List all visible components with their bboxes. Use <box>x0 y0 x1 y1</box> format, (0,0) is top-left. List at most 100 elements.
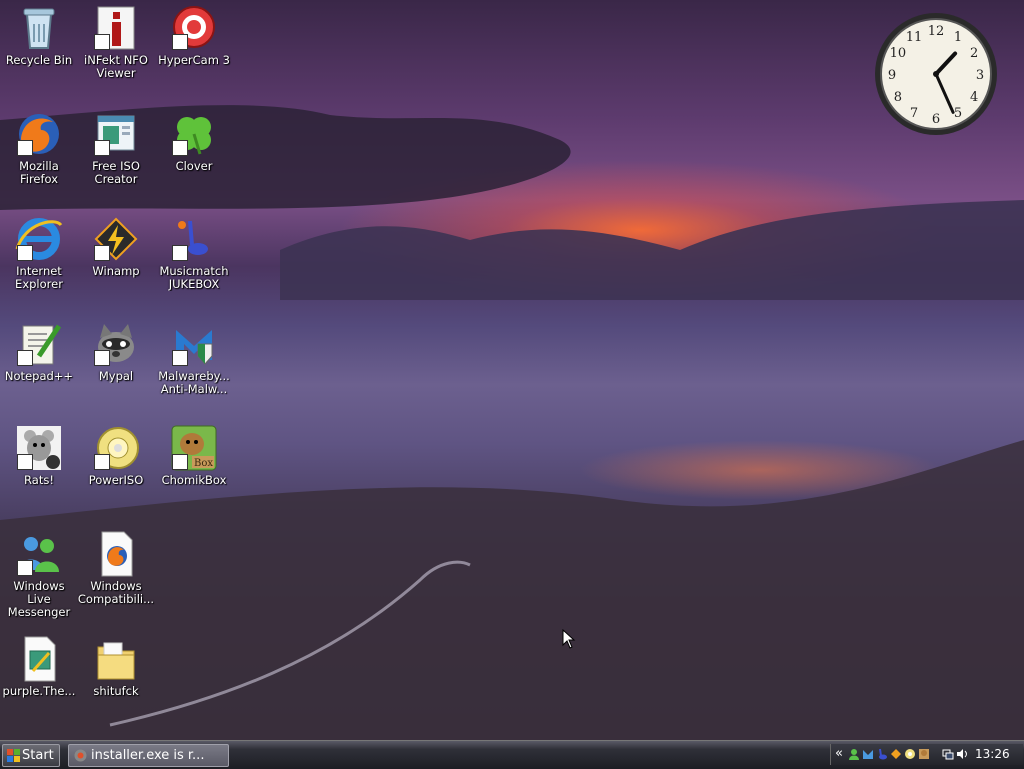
shortcut-arrow-icon <box>17 350 33 366</box>
clock-numeral: 8 <box>894 90 902 105</box>
infekt-icon <box>92 4 140 52</box>
folder-icon <box>92 635 140 683</box>
tray-expand-chevron-icon[interactable]: « <box>835 746 843 761</box>
desktop-icon-free-iso-creator[interactable]: Free ISO Creator <box>77 108 155 186</box>
desktop-icon-clover[interactable]: Clover <box>155 108 233 173</box>
start-label: Start <box>22 748 54 763</box>
malwarebytes-icon <box>170 320 218 368</box>
desktop-icon-firefox[interactable]: Mozilla Firefox <box>0 108 78 186</box>
start-button[interactable]: Start <box>2 744 60 767</box>
purple-document-icon <box>15 635 63 683</box>
shortcut-arrow-icon <box>17 560 33 576</box>
shortcut-arrow-icon <box>17 140 33 156</box>
clock-gadget[interactable]: 12 1 2 3 4 5 6 7 8 9 10 11 <box>873 11 999 137</box>
messenger-icon <box>15 530 63 578</box>
tray-messenger-icon[interactable] <box>848 748 860 760</box>
clock-numeral: 1 <box>954 30 962 45</box>
shortcut-arrow-icon <box>94 454 110 470</box>
desktop-icon-label: Windows Compatibili... <box>77 580 155 606</box>
desktop-icon-label: Windows Live Messenger <box>7 580 71 619</box>
desktop-icon-rats[interactable]: Rats! <box>0 422 78 487</box>
desktop-icon-purple-document[interactable]: purple.The... <box>0 633 78 698</box>
desktop-icon-winamp[interactable]: Winamp <box>77 213 155 278</box>
desktop-icon-label: Internet Explorer <box>15 265 63 291</box>
desktop-icon-label: Malwareby... Anti-Malw... <box>158 370 230 396</box>
firefox-document-icon <box>92 530 140 578</box>
shortcut-arrow-icon <box>94 245 110 261</box>
taskbar-button-installer[interactable]: installer.exe is r... <box>68 744 229 767</box>
desktop-icon-internet-explorer[interactable]: Internet Explorer <box>0 213 78 291</box>
desktop-icon-label: Recycle Bin <box>5 54 73 67</box>
desktop-icon-hypercam[interactable]: HyperCam 3 <box>155 2 233 67</box>
clock-numeral: 7 <box>910 106 918 121</box>
clock-numeral: 12 <box>928 24 945 39</box>
desktop-icon-infekt[interactable]: iNFekt NFO Viewer <box>77 2 155 80</box>
firefox-icon <box>15 110 63 158</box>
mouse-cursor-icon <box>562 628 576 653</box>
windows-flag-icon <box>7 749 20 762</box>
internet-explorer-icon <box>15 215 63 263</box>
desktop-icon-label: Clover <box>175 160 213 173</box>
taskbar: Start installer.exe is r... « 13:26 <box>0 740 1024 769</box>
tray-chomikbox-icon[interactable] <box>918 748 930 760</box>
chomikbox-icon: Box <box>170 424 218 472</box>
desktop-icon-label: Rats! <box>24 474 54 487</box>
clock-numeral: 11 <box>906 30 923 45</box>
clock-numeral: 6 <box>932 112 940 127</box>
tray-musicmatch-icon[interactable] <box>876 748 888 760</box>
shortcut-arrow-icon <box>172 245 188 261</box>
tray-poweriso-icon[interactable] <box>904 748 916 760</box>
shortcut-arrow-icon <box>94 140 110 156</box>
desktop-icon-label: Free ISO Creator <box>92 160 140 186</box>
system-tray: « 13:26 <box>830 744 1023 765</box>
mypal-icon <box>92 320 140 368</box>
tray-network-icon[interactable] <box>942 748 954 760</box>
winamp-icon <box>92 215 140 263</box>
tray-malwarebytes-icon[interactable] <box>862 748 874 760</box>
tray-winamp-icon[interactable] <box>890 748 902 760</box>
shortcut-arrow-icon <box>172 140 188 156</box>
desktop-icon-label: shitufck <box>93 685 139 698</box>
desktop-icon-notepadpp[interactable]: Notepad++ <box>0 318 78 383</box>
rats-icon <box>15 424 63 472</box>
shortcut-arrow-icon <box>172 454 188 470</box>
desktop-icon-label: Mypal <box>98 370 134 383</box>
shortcut-arrow-icon <box>94 350 110 366</box>
installer-icon <box>74 749 87 762</box>
desktop-icon-recycle-bin[interactable]: Recycle Bin <box>0 2 78 67</box>
desktop-icon-poweriso[interactable]: PowerISO <box>77 422 155 487</box>
clover-icon <box>170 110 218 158</box>
iso-creator-icon <box>92 110 140 158</box>
shortcut-arrow-icon <box>172 350 188 366</box>
analog-clock: 12 12 3 45678 9 1011 <box>875 13 997 135</box>
desktop-icon-musicmatch[interactable]: Musicmatch JUKEBOX <box>155 213 233 291</box>
shortcut-arrow-icon <box>94 34 110 50</box>
desktop-icon-label: PowerISO <box>88 474 144 487</box>
desktop-icon-label: HyperCam 3 <box>158 54 230 67</box>
shortcut-arrow-icon <box>17 454 33 470</box>
desktop-icon-windows-live-messenger[interactable]: Windows Live Messenger <box>0 528 78 619</box>
musicmatch-icon <box>170 215 218 263</box>
clock-numeral: 4 <box>970 90 978 105</box>
clock-numeral: 2 <box>970 46 978 61</box>
taskbar-button-label: installer.exe is r... <box>91 748 205 763</box>
shortcut-arrow-icon <box>172 34 188 50</box>
clock-numeral: 9 <box>888 68 896 83</box>
desktop-icon-label: iNFekt NFO Viewer <box>84 54 148 80</box>
desktop-icon-label: ChomikBox <box>161 474 227 487</box>
desktop-icon-malwarebytes[interactable]: Malwareby... Anti-Malw... <box>155 318 233 396</box>
desktop-icon-label: purple.The... <box>2 685 76 698</box>
tray-volume-icon[interactable] <box>956 748 968 760</box>
desktop-icon-label: Musicmatch JUKEBOX <box>159 265 229 291</box>
desktop-icon-windows-compatibility[interactable]: Windows Compatibili... <box>77 528 155 606</box>
svg-text:Box: Box <box>194 458 213 469</box>
clock-numeral: 5 <box>954 106 962 121</box>
poweriso-icon <box>92 424 140 472</box>
desktop-icon-shitufck-folder[interactable]: shitufck <box>77 633 155 698</box>
desktop-icon-chomikbox[interactable]: Box ChomikBox <box>155 422 233 487</box>
hypercam-icon <box>170 4 218 52</box>
shortcut-arrow-icon <box>17 245 33 261</box>
tray-clock-time[interactable]: 13:26 <box>975 747 1010 761</box>
desktop-icon-mypal[interactable]: Mypal <box>77 318 155 383</box>
desktop-icon-label: Winamp <box>92 265 140 278</box>
